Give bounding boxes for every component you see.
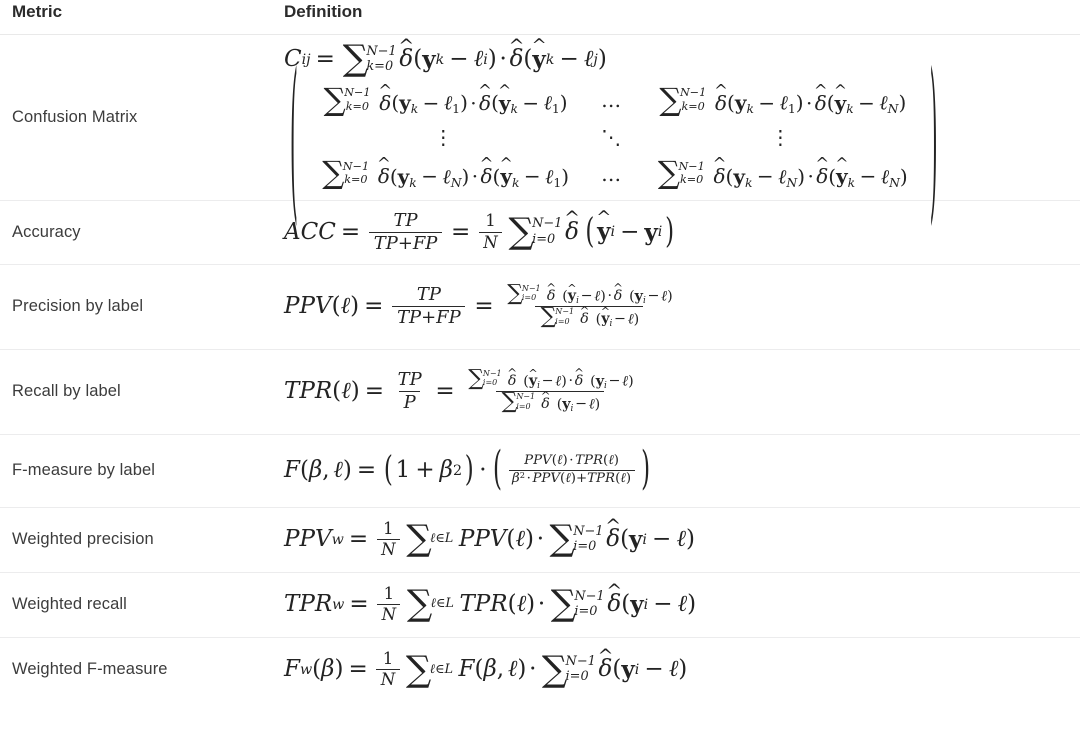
definition-weighted-f-measure: Fw(β) = 1N ∑ ℓ∈L F(β, ℓ) · ∑ N−1 i=0 ^ δ(y i − ℓ… bbox=[274, 637, 1080, 702]
definition-confusion-matrix: Cij = ∑ N−1 k=0 ^ δ(y k − ℓ i) · ^ δ(^ y k − ℓ j) ( bbox=[274, 34, 1080, 225]
formula-weighted-f-measure: Fw(β) = 1N ∑ ℓ∈L F(β, ℓ) · ∑ N−1 i=0 ^ δ(y i − ℓ… bbox=[284, 644, 688, 690]
table-row: Confusion Matrix Cij = ∑ N−1 k=0 ^ δ(y k − ℓ i)… bbox=[0, 34, 1080, 225]
metric-label-confusion-matrix: Confusion Matrix bbox=[0, 34, 274, 201]
metrics-definition-document: Metric Definition Confusion Matrix Cij =… bbox=[0, 0, 1080, 735]
metric-label-precision-by-label: Precision by label bbox=[0, 264, 274, 350]
matrix-row: ∑ N−1 k=0 ^ δ(yk − ℓ1) · ^ δ(^ yk − ℓ1) … ∑ N−1 k=0 ^… bbox=[304, 80, 924, 120]
table-header: Metric Definition bbox=[0, 0, 1080, 35]
matrix-row: ∑ N−1 k=0 ^ δ(yk − ℓN) · ^ δ(^ yk − ℓ1) … ∑ N−1 k=0 ^… bbox=[304, 154, 924, 194]
table-row: Recall by label TPR(ℓ) = TP P = ∑ N−1 i=0 ^ δ… bbox=[0, 349, 1080, 435]
metric-label-f-measure-by-label: F-measure by label bbox=[0, 434, 274, 508]
definition-weighted-recall: TPR w = 1N ∑ ℓ∈L TPR(ℓ) · ∑ N−1 i=0 ^ δ(y i − ℓ) bbox=[274, 572, 1080, 638]
metric-label-weighted-precision: Weighted precision bbox=[0, 507, 274, 573]
metric-label-weighted-recall: Weighted recall bbox=[0, 572, 274, 638]
formula-weighted-precision: PPV w = 1N ∑ ℓ∈L PPV(ℓ) · ∑ N−1 i=0 ^ δ(y i − ℓ) bbox=[284, 514, 695, 560]
metric-label-recall-by-label: Recall by label bbox=[0, 349, 274, 435]
matrix-ellipsis-vertical-right: ⋮ bbox=[770, 125, 793, 150]
formula-weighted-recall: TPR w = 1N ∑ ℓ∈L TPR(ℓ) · ∑ N−1 i=0 ^ δ(y i − ℓ) bbox=[284, 579, 697, 625]
confusion-matrix-grid: ∑ N−1 k=0 ^ δ(yk − ℓ1) · ^ δ(^ yk − ℓ1) … ∑ N−1 k=0 ^… bbox=[304, 80, 924, 193]
metric-label-accuracy: Accuracy bbox=[0, 200, 274, 265]
formula-confusion-matrix-scalar: Cij = ∑ N−1 k=0 ^ δ(y k − ℓ i) · ^ δ(^ y k − ℓ j) bbox=[284, 34, 607, 80]
metric-label-weighted-f-measure: Weighted F-measure bbox=[12, 660, 168, 679]
formula-accuracy: ACC = TP TP+FP = 1N ∑ N−1 i=0 ^ δ(^ y i − y i) bbox=[284, 207, 675, 254]
header-row: Metric Definition bbox=[0, 0, 1080, 35]
column-header-metric: Metric bbox=[0, 0, 274, 35]
table-row: F-measure by label F(β, ℓ) = (1 + β 2) · ( P… bbox=[0, 434, 1080, 508]
definition-precision-by-label: PPV(ℓ) = TP TP+FP = ∑ N−1 i=0 ^ δ (^ yi − ℓ) · ^ δ … bbox=[274, 264, 1080, 350]
matrix-cell-N-N: ∑ N−1 k=0 ^ δ(yk − ℓN) · ^ δ(^ yk − ℓN) bbox=[657, 154, 908, 192]
matrix-ellipsis-diagonal: ⋱ bbox=[601, 125, 624, 150]
definition-recall-by-label: TPR(ℓ) = TP P = ∑ N−1 i=0 ^ δ (^ yi − ℓ) · ^ δ (yi −… bbox=[274, 349, 1080, 435]
table-row: Weighted F-measure Fw(β) = 1N ∑ ℓ∈L F(β, ℓ… bbox=[0, 637, 1080, 702]
matrix-ellipsis-horizontal: … bbox=[601, 161, 624, 186]
column-header-definition: Definition bbox=[274, 0, 1080, 35]
matrix-left-paren: ( bbox=[290, 31, 298, 243]
table-row: Weighted precision PPV w = 1N ∑ ℓ∈L PPV(ℓ) … bbox=[0, 507, 1080, 573]
formula-confusion-matrix-expanded: ( ∑ N−1 k=0 ^ δ(yk − ℓ1) · ^ δ(^ yk − ℓ1) … bbox=[284, 49, 944, 225]
definition-weighted-precision: PPV w = 1N ∑ ℓ∈L PPV(ℓ) · ∑ N−1 i=0 ^ δ(y i − ℓ) bbox=[274, 507, 1080, 573]
formula-recall-by-label: TPR(ℓ) = TP P = ∑ N−1 i=0 ^ δ (^ yi − ℓ) · ^ δ (yi −… bbox=[284, 365, 634, 415]
table-body: Confusion Matrix Cij = ∑ N−1 k=0 ^ δ(y k − ℓ i)… bbox=[0, 34, 1080, 703]
formula-f-measure-by-label: F(β, ℓ) = (1 + β 2) · ( PPV(ℓ) · TPR(ℓ) β2 · PPV… bbox=[284, 443, 651, 496]
table-row: Accuracy ACC = TP TP+FP = 1N ∑ N−1 i=0 ^ δ(^ y… bbox=[0, 200, 1080, 265]
matrix-cell-1-1: ∑ N−1 k=0 ^ δ(yk − ℓ1) · ^ δ(^ yk − ℓ1) bbox=[323, 80, 568, 118]
matrix-cell-1-N: ∑ N−1 k=0 ^ δ(yk − ℓ1) · ^ δ(^ yk − ℓN) bbox=[659, 80, 907, 118]
definition-f-measure-by-label: F(β, ℓ) = (1 + β 2) · ( PPV(ℓ) · TPR(ℓ) β2 · PPV… bbox=[274, 434, 1080, 508]
matrix-cell-N-1: ∑ N−1 k=0 ^ δ(yk − ℓN) · ^ δ(^ yk − ℓ1) bbox=[322, 154, 570, 192]
matrix-ellipsis-vertical-left: ⋮ bbox=[433, 125, 456, 150]
table-row: Precision by label PPV(ℓ) = TP TP+FP = ∑ N−… bbox=[0, 264, 1080, 350]
table-row: Weighted recall TPR w = 1N ∑ ℓ∈L TPR(ℓ) · ∑… bbox=[0, 572, 1080, 638]
matrix-ellipsis-horizontal: … bbox=[601, 88, 624, 113]
metrics-table: Metric Definition Confusion Matrix Cij =… bbox=[0, 0, 1080, 702]
matrix-right-paren: ) bbox=[929, 31, 938, 243]
matrix-row: ⋮ ⋱ ⋮ bbox=[304, 120, 924, 154]
definition-accuracy: ACC = TP TP+FP = 1N ∑ N−1 i=0 ^ δ(^ y i − y i) bbox=[274, 200, 1080, 265]
formula-precision-by-label: PPV(ℓ) = TP TP+FP = ∑ N−1 i=0 ^ δ (^ yi − ℓ) · ^ δ … bbox=[284, 280, 673, 330]
